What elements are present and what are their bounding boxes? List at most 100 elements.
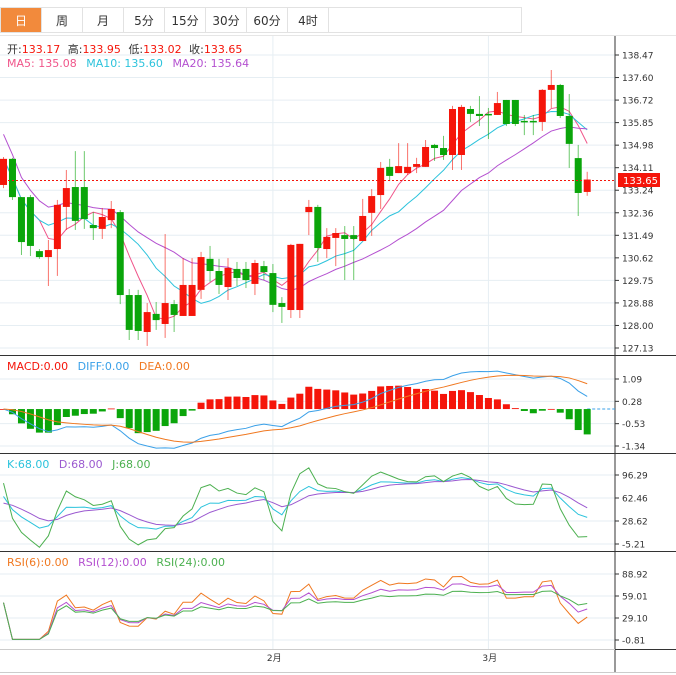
candle-body: [170, 304, 178, 315]
macd-bar: [89, 409, 97, 414]
macd-bar: [260, 395, 268, 410]
candle: [395, 143, 403, 174]
axis-tick-label: 130.62: [622, 254, 654, 264]
candle: [269, 264, 277, 313]
candle-body: [440, 148, 448, 155]
axis-tick-label: 1.09: [622, 376, 642, 386]
candle-body: [296, 243, 304, 311]
candle: [251, 259, 259, 296]
macd-bar: [574, 409, 582, 431]
candle-body: [413, 164, 421, 167]
candle-body: [484, 113, 492, 116]
candle-body: [233, 268, 241, 278]
candle-body: [493, 103, 501, 115]
macd-bar: [350, 394, 358, 410]
candle-body: [260, 266, 268, 273]
macd-bar: [197, 402, 205, 410]
candle: [215, 258, 223, 294]
candle-body: [529, 120, 537, 123]
candle: [134, 289, 142, 340]
macd-bar: [242, 396, 250, 410]
candle-body: [449, 109, 456, 155]
macd-bar: [305, 386, 313, 410]
ma-legend: MA5: 135.08 MA10: 135.60 MA20: 135.64: [7, 57, 249, 70]
macd-bar: [466, 392, 474, 410]
candle-body: [574, 158, 582, 193]
macd-bar: [556, 409, 564, 413]
candle: [502, 99, 510, 127]
candle: [71, 151, 79, 230]
macd-bar: [529, 409, 537, 414]
candle: [583, 171, 591, 196]
macd-bar: [565, 409, 573, 420]
candle-body: [62, 188, 70, 207]
macd-bar: [134, 409, 142, 434]
macd-bar: [107, 408, 115, 410]
candle: [565, 94, 573, 168]
candle: [547, 69, 555, 108]
candle: [431, 143, 439, 161]
candle-body: [395, 166, 403, 174]
candle-body: [161, 303, 169, 324]
candle: [466, 105, 474, 122]
macd-bar: [116, 409, 124, 419]
axis-tick-label: -5.21: [622, 541, 645, 551]
candle-body: [242, 268, 250, 281]
macd-bar: [251, 395, 259, 410]
candle: [44, 239, 52, 286]
axis-tick-label: 138.47: [622, 52, 654, 62]
candle: [422, 140, 430, 167]
macd-bar: [125, 409, 133, 429]
candle-body: [341, 235, 349, 239]
candle: [287, 243, 295, 319]
candle-body: [547, 84, 555, 90]
macd-bar: [179, 409, 187, 417]
candle-body: [197, 257, 205, 290]
candle: [323, 228, 331, 259]
axis-tick-label: 132.36: [622, 209, 654, 219]
candle-body: [466, 109, 474, 114]
candle-body: [44, 250, 52, 258]
macd-bar: [170, 409, 178, 424]
candle: [538, 89, 546, 131]
candle: [377, 161, 385, 209]
candle: [511, 99, 519, 127]
candle: [80, 151, 88, 229]
axis-tick-label: 134.98: [622, 142, 654, 152]
stock-chart[interactable]: 138.47 137.60 136.72 135.85 134.98 134.11 133.…: [0, 0, 676, 675]
macd-legend: MACD:0.00 DIFF:0.00 DEA:0.00: [7, 360, 190, 373]
macd-bar: [493, 399, 501, 410]
candle: [62, 169, 70, 230]
rsi-pane: [3, 575, 588, 640]
candle: [484, 107, 492, 139]
candle: [188, 258, 196, 316]
axis-tick-label: 131.49: [622, 232, 654, 242]
macd-bar: [502, 404, 510, 410]
candle-body: [125, 295, 133, 330]
axis-tick-label: 59.01: [622, 593, 648, 603]
candles: [0, 69, 591, 346]
candle: [457, 104, 465, 170]
ohlc-legend: 开:133.17 高:133.95 低:133.02 收:133.65: [7, 42, 242, 56]
d-line: [3, 478, 588, 526]
axis-tick-label: -1.34: [622, 443, 646, 453]
candle-body: [359, 215, 367, 242]
candle-body: [323, 236, 331, 250]
candle-body: [71, 187, 79, 221]
candle: [224, 258, 232, 300]
candle: [404, 143, 412, 175]
candle-body: [152, 313, 160, 321]
axis-tick-label: -0.53: [622, 420, 645, 430]
candle-body: [224, 267, 232, 288]
candle-body: [116, 212, 124, 296]
candle-body: [107, 208, 115, 221]
candle-body: [332, 233, 340, 238]
candle: [143, 303, 151, 346]
axis-tick-label: 96.29: [622, 472, 648, 482]
candle-body: [377, 167, 385, 196]
candle-body: [179, 284, 187, 316]
candle: [350, 226, 358, 281]
axis-tick-label: 62.46: [622, 495, 648, 505]
candle: [556, 83, 564, 119]
candle-body: [565, 115, 573, 144]
